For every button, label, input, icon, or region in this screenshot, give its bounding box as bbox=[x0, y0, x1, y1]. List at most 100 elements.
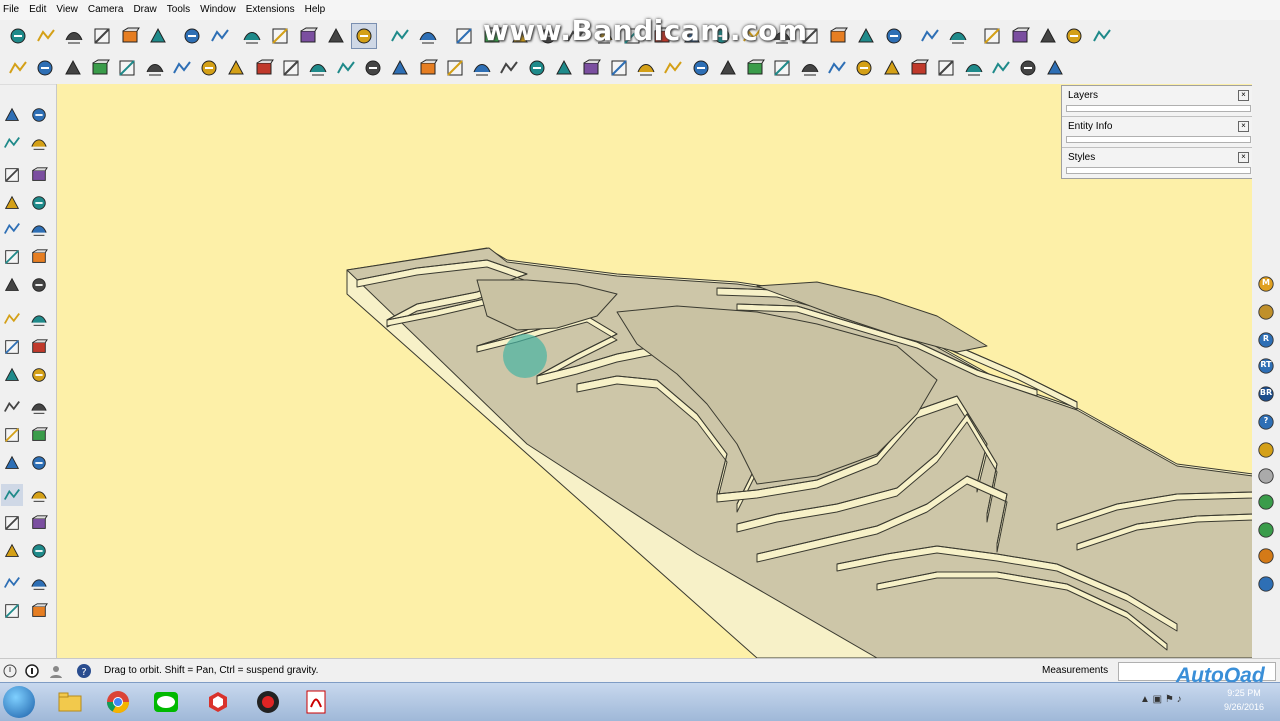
toolbar-tool-8-button[interactable] bbox=[208, 24, 232, 48]
rotate-button[interactable] bbox=[1, 336, 23, 358]
sandbox-tool-6-button[interactable] bbox=[143, 56, 167, 80]
menu-edit[interactable]: Edit bbox=[26, 0, 53, 20]
eraser-button[interactable] bbox=[28, 132, 50, 154]
sandbox-tool-9-button[interactable] bbox=[224, 56, 248, 80]
sandbox-tool-21-button[interactable] bbox=[552, 56, 576, 80]
toolbar-tool-31-button[interactable] bbox=[882, 24, 906, 48]
notification-area[interactable]: ▲ ▣ ⚑ ♪ bbox=[1140, 694, 1182, 705]
two-point-arc-button[interactable] bbox=[28, 246, 50, 268]
sandbox-tool-20-button[interactable] bbox=[525, 56, 549, 80]
close-icon[interactable]: × bbox=[1238, 90, 1249, 101]
extension-tool-4-button[interactable]: RT bbox=[1256, 356, 1276, 376]
extension-tool-12-button[interactable] bbox=[1256, 574, 1276, 594]
zoom-extents-button[interactable] bbox=[1, 540, 23, 562]
toolbar-tool-29-button[interactable] bbox=[826, 24, 850, 48]
sandbox-tool-13-button[interactable] bbox=[334, 56, 358, 80]
sandbox-tool-27-button[interactable] bbox=[716, 56, 740, 80]
sandbox-tool-39-button[interactable] bbox=[1043, 56, 1067, 80]
section-plane-button[interactable] bbox=[28, 600, 50, 622]
toolbar-tool-15-button[interactable] bbox=[416, 24, 440, 48]
move-button[interactable] bbox=[1, 308, 23, 330]
extension-tool-1-button[interactable]: M bbox=[1256, 274, 1276, 294]
extension-tool-7-button[interactable] bbox=[1256, 440, 1276, 460]
previous-button[interactable] bbox=[28, 540, 50, 562]
sandbox-tool-29-button[interactable] bbox=[770, 56, 794, 80]
push-pull-button[interactable] bbox=[28, 308, 50, 330]
sandbox-tool-14-button[interactable] bbox=[361, 56, 385, 80]
pan-button[interactable] bbox=[28, 484, 50, 506]
sandbox-tool-30-button[interactable] bbox=[798, 56, 822, 80]
taskbar-bandicam[interactable] bbox=[246, 685, 290, 719]
sandbox-tool-19-button[interactable] bbox=[497, 56, 521, 80]
offset-button[interactable] bbox=[28, 364, 50, 386]
look-around-button[interactable] bbox=[28, 572, 50, 594]
arc-button[interactable] bbox=[1, 246, 23, 268]
toolbar-tool-1-button[interactable] bbox=[6, 24, 30, 48]
freehand-button[interactable] bbox=[28, 164, 50, 186]
sandbox-tool-15-button[interactable] bbox=[388, 56, 412, 80]
toolbar-tool-13-button[interactable] bbox=[351, 23, 377, 49]
sandbox-tool-3-button[interactable] bbox=[61, 56, 85, 80]
walk-button[interactable] bbox=[1, 600, 23, 622]
position-camera-button[interactable] bbox=[1, 572, 23, 594]
start-button[interactable] bbox=[3, 686, 35, 718]
system-clock[interactable]: 9:25 PM 9/26/2016 bbox=[1212, 686, 1276, 714]
menu-tools[interactable]: Tools bbox=[164, 0, 197, 20]
orbit-button[interactable] bbox=[1, 484, 23, 506]
toolbar-tool-38-button[interactable] bbox=[1090, 24, 1114, 48]
menu-file[interactable]: File bbox=[0, 0, 26, 20]
menu-view[interactable]: View bbox=[53, 0, 85, 20]
pie-button[interactable] bbox=[1, 274, 23, 296]
sandbox-tool-16-button[interactable] bbox=[416, 56, 440, 80]
protractor-button[interactable] bbox=[1, 424, 23, 446]
sandbox-tool-36-button[interactable] bbox=[962, 56, 986, 80]
menu-draw[interactable]: Draw bbox=[130, 0, 163, 20]
sandbox-tool-4-button[interactable] bbox=[88, 56, 112, 80]
sandbox-tool-23-button[interactable] bbox=[607, 56, 631, 80]
credits-icon[interactable] bbox=[24, 663, 40, 679]
axes-button[interactable] bbox=[1, 452, 23, 474]
toolbar-tool-5-button[interactable] bbox=[118, 24, 142, 48]
sandbox-tool-28-button[interactable] bbox=[743, 56, 767, 80]
tape-measure-button[interactable] bbox=[1, 396, 23, 418]
rectangle-button[interactable] bbox=[1, 192, 23, 214]
polygon-button[interactable] bbox=[28, 218, 50, 240]
sandbox-tool-25-button[interactable] bbox=[661, 56, 685, 80]
close-icon[interactable]: × bbox=[1238, 152, 1249, 163]
extension-tool-5-button[interactable]: BR bbox=[1256, 384, 1276, 404]
sandbox-tool-12-button[interactable] bbox=[306, 56, 330, 80]
text-button[interactable] bbox=[28, 424, 50, 446]
sandbox-tool-35-button[interactable] bbox=[934, 56, 958, 80]
toolbar-tool-33-button[interactable] bbox=[946, 24, 970, 48]
toolbar-tool-6-button[interactable] bbox=[146, 24, 170, 48]
circle-button[interactable] bbox=[1, 218, 23, 240]
toolbar-tool-4-button[interactable] bbox=[90, 24, 114, 48]
toolbar-tool-2-button[interactable] bbox=[34, 24, 58, 48]
sandbox-tool-32-button[interactable] bbox=[852, 56, 876, 80]
extension-tool-2-button[interactable] bbox=[1256, 302, 1276, 322]
menu-help[interactable]: Help bbox=[302, 0, 333, 20]
toolbar-tool-32-button[interactable] bbox=[918, 24, 942, 48]
scale-button[interactable] bbox=[1, 364, 23, 386]
sandbox-tool-8-button[interactable] bbox=[197, 56, 221, 80]
toolbar-tool-35-button[interactable] bbox=[1008, 24, 1032, 48]
help-icon[interactable]: ? bbox=[76, 663, 92, 679]
taskbar-sketchup[interactable] bbox=[196, 685, 240, 719]
three-point-arc-button[interactable] bbox=[28, 274, 50, 296]
sandbox-tool-34-button[interactable] bbox=[907, 56, 931, 80]
sandbox-tool-11-button[interactable] bbox=[279, 56, 303, 80]
taskbar-windows-explorer[interactable] bbox=[48, 685, 92, 719]
sandbox-tool-2-button[interactable] bbox=[33, 56, 57, 80]
toolbar-tool-30-button[interactable] bbox=[854, 24, 878, 48]
sandbox-tool-17-button[interactable] bbox=[443, 56, 467, 80]
zoom-window-button[interactable] bbox=[28, 512, 50, 534]
component-button[interactable] bbox=[28, 104, 50, 126]
tray-panel-entity-info[interactable]: Entity Info × bbox=[1062, 117, 1255, 148]
toolbar-tool-36-button[interactable] bbox=[1036, 24, 1060, 48]
sandbox-tool-10-button[interactable] bbox=[252, 56, 276, 80]
menu-extensions[interactable]: Extensions bbox=[243, 0, 302, 20]
follow-me-button[interactable] bbox=[28, 336, 50, 358]
sandbox-tool-26-button[interactable] bbox=[689, 56, 713, 80]
extension-tool-10-button[interactable] bbox=[1256, 520, 1276, 540]
taskbar-acrobat-reader[interactable] bbox=[294, 685, 338, 719]
